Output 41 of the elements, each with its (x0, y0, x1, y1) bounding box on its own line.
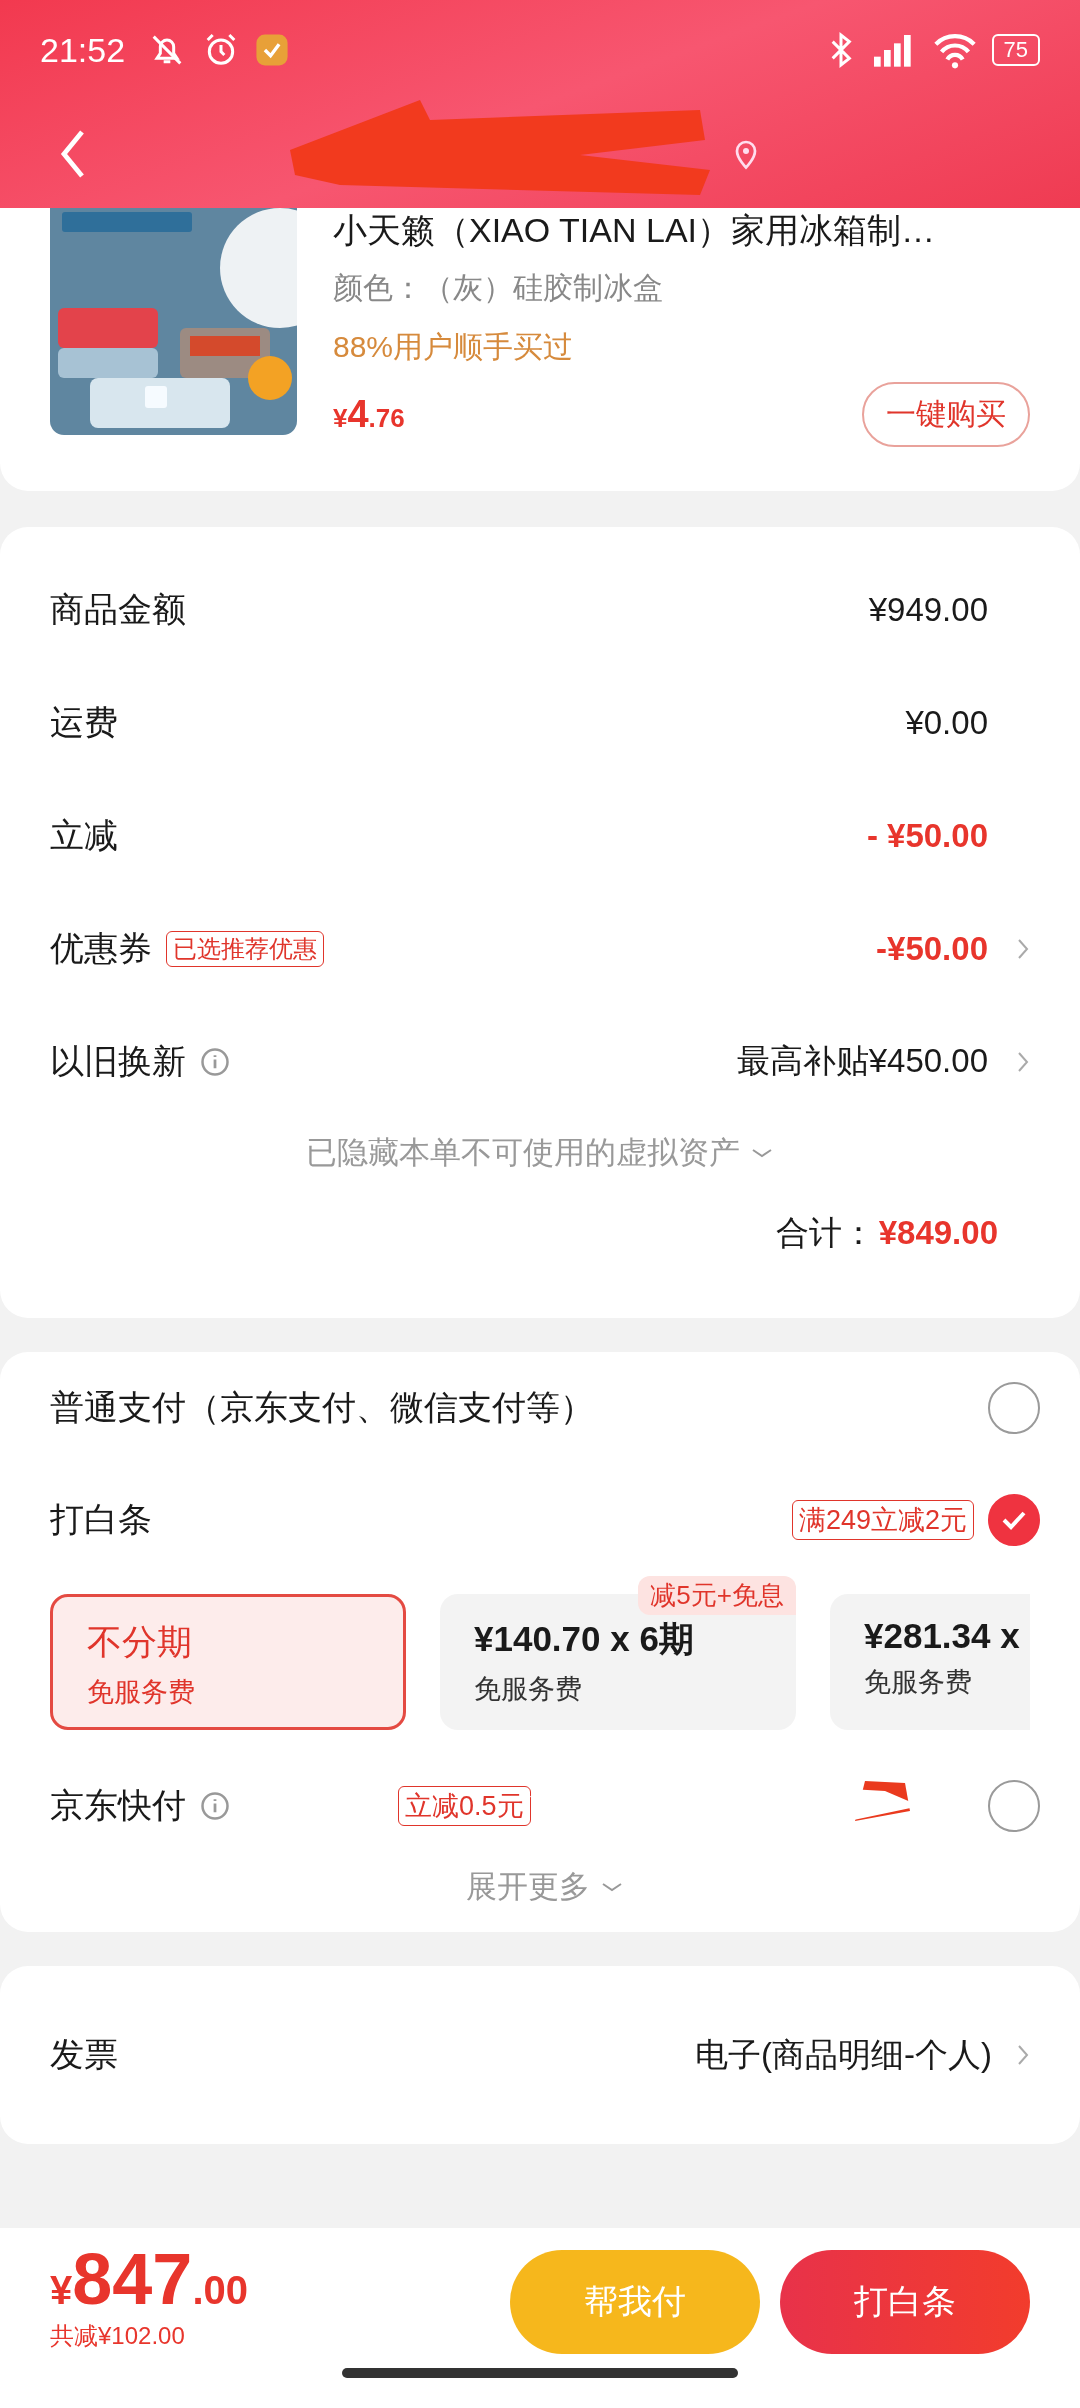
chevron-down-icon[interactable] (750, 1146, 774, 1160)
row-label: 优惠券 (50, 927, 152, 969)
row-label: 运费 (50, 701, 118, 743)
payable-amount: ¥847.00 (50, 2238, 248, 2320)
row-label: 商品金额 (50, 588, 186, 630)
status-time: 21:52 (40, 30, 126, 70)
installment-option[interactable]: 不分期 免服务费 (50, 1594, 406, 1730)
payment-method-label[interactable]: 普通支付（京东支付、微信支付等） (50, 1385, 594, 1431)
invoice-label: 发票 (50, 2034, 118, 2075)
pay-button[interactable]: 打白条 (780, 2250, 1030, 2354)
battery-indicator: 75 (991, 34, 1040, 66)
product-price: ¥4.76 (333, 393, 405, 436)
row-value: ¥0.00 (905, 703, 988, 742)
plan-badge: 减5元+免息 (638, 1576, 796, 1615)
row-value[interactable]: 最高补贴¥450.00 (736, 1039, 988, 1084)
buy-now-button[interactable]: 一键购买 (862, 382, 1030, 447)
radio-button[interactable] (988, 1494, 1040, 1546)
radio-button[interactable] (988, 1382, 1040, 1434)
row-value: - ¥50.00 (866, 816, 988, 855)
promo-tag: 满249立减2元 (791, 1500, 974, 1540)
row-value[interactable]: -¥50.00 (876, 929, 988, 968)
purchase-stat: 88%用户顺手买过 (333, 329, 575, 365)
coupon-tag: 已选推荐优惠 (166, 930, 324, 967)
radio-button[interactable] (988, 1780, 1040, 1832)
installment-option[interactable]: ¥281.34 x 免服务费 (830, 1594, 1030, 1730)
total-amount: ¥849.00 (878, 1214, 998, 1252)
total-savings: 共减¥102.00 (50, 2321, 186, 2351)
row-label: 以旧换新 (50, 1040, 186, 1082)
payment-method-label[interactable]: 打白条 (50, 1497, 152, 1543)
chevron-down-icon[interactable] (600, 1880, 624, 1894)
payment-method-label[interactable]: 京东快付 (50, 1783, 186, 1829)
total-label: 合计： (775, 1212, 875, 1253)
info-icon[interactable] (200, 1791, 230, 1821)
app-notification-icon (255, 33, 290, 67)
promo-tag: 立减0.5元 (398, 1786, 531, 1826)
invoice-value[interactable]: 电子(商品明细-个人) (695, 2032, 992, 2078)
row-label: 立减 (50, 814, 118, 856)
row-value: ¥949.00 (868, 590, 988, 629)
info-icon[interactable] (200, 1046, 230, 1077)
product-variant: 颜色：（灰）硅胶制冰盒 (333, 270, 664, 306)
product-title[interactable]: 小天籁（XIAO TIAN LAI）家用冰箱制… (333, 210, 1030, 250)
